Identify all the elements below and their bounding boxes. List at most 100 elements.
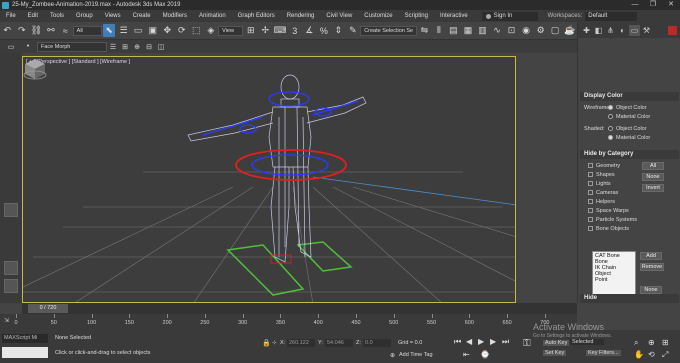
align-icon[interactable]: ⫴ [433,24,446,37]
named-selection-dropdown[interactable]: Create Selection Se [360,25,418,36]
add-time-tag[interactable]: Add Time Tag [399,352,433,358]
viewport-layout-tab-icon[interactable] [4,203,18,217]
face-morph-toggle-icon[interactable]: ▭ [1,42,21,52]
character-mesh[interactable] [187,74,367,263]
wireframe-material-color-radio[interactable] [608,114,613,119]
mirror-icon[interactable]: ⇋ [418,24,431,37]
y-coordinate[interactable]: 54.046 [325,339,353,347]
spinner-snap-icon[interactable]: ⇕ [332,24,345,37]
menu-animation[interactable]: Animation [193,10,232,22]
menu-customize[interactable]: Customize [358,10,398,22]
set-key-button[interactable]: Set Key [543,350,567,356]
rendered-frame-window-icon[interactable]: ▢ [549,24,562,37]
key-filters-button[interactable]: Key Filters... [586,350,621,356]
add-button[interactable]: Add [640,252,662,260]
none-button[interactable]: None [642,173,664,181]
select-manipulate-icon[interactable]: ✢ [259,24,272,37]
menu-modifiers[interactable]: Modifiers [157,10,193,22]
rectangle-selection-icon[interactable]: ▭ [132,24,145,37]
perspective-viewport[interactable]: [ + ] [Perspective ] [Standard ] [Wirefr… [22,56,516,303]
maximize-button[interactable]: ❐ [644,0,662,10]
list-item[interactable]: IK Chain Object [595,265,633,277]
helpers-checkbox[interactable] [588,199,593,204]
workspaces-dropdown[interactable]: Default [585,11,638,21]
material-editor-icon[interactable]: ◉ [520,24,533,37]
unlink-icon[interactable]: ⚯ [45,24,58,37]
snaps-toggle-icon[interactable]: 3 [289,24,302,37]
selection-set-dropdown[interactable]: Selected [570,339,604,345]
modify-tab-icon[interactable]: ◧ [593,25,604,36]
layer-select-icon[interactable]: ⊟ [144,42,154,52]
menu-civil-view[interactable]: Civil View [320,10,358,22]
create-tab-icon[interactable]: ✚ [581,25,592,36]
viewcube-icon[interactable] [23,57,47,81]
menu-graph-editors[interactable]: Graph Editors [232,10,281,22]
lights-checkbox[interactable] [588,181,593,186]
toggle-scene-explorer-icon[interactable]: ▤ [447,24,460,37]
rotate-icon[interactable]: ⟳ [176,24,189,37]
go-to-end-icon[interactable]: ⏭ [502,337,509,347]
angle-snap-icon[interactable]: ∡ [303,24,316,37]
auto-key-button[interactable]: Auto Key [543,340,570,346]
menu-scripting[interactable]: Scripting [399,10,434,22]
time-tag-icon[interactable]: ⊕ [390,352,395,359]
track-bar[interactable]: ⇲ 0 50 100 150 200 250 300 350 400 450 500 550 600 65… [0,314,577,330]
time-slider[interactable]: 0 / 720 [22,303,577,314]
bone-objects-checkbox[interactable] [588,226,593,231]
display-color-header[interactable]: Display Color [580,92,679,101]
menu-interactive[interactable]: Interactive [434,10,474,22]
time-config-icon[interactable]: ⌚ [480,350,490,359]
undo-icon[interactable]: ↶ [1,24,14,37]
pan-icon[interactable]: ✋ [634,350,644,359]
absolute-mode-icon[interactable]: ⊹ [272,340,277,346]
track-bar-toggle-icon[interactable]: ⇲ [4,317,9,324]
z-coordinate[interactable]: 0.0 [363,339,391,347]
next-frame-icon[interactable]: ▶ [490,337,496,346]
maxscript-input[interactable] [2,347,48,358]
play-icon[interactable]: ▶ [478,337,484,346]
menu-edit[interactable]: Edit [22,10,44,22]
cat-rig-bones[interactable] [202,91,359,176]
go-to-start-icon[interactable]: ⏮ [454,337,461,347]
menu-create[interactable]: Create [127,10,157,22]
zoom-extents-icon[interactable]: ⊞ [662,338,669,347]
sign-in-button[interactable]: Sign In [481,11,538,21]
previous-frame-icon[interactable]: ◀ [466,337,472,346]
menu-rendering[interactable]: Rendering [281,10,321,22]
edit-named-selections-icon[interactable]: ✎ [347,24,360,37]
menu-views[interactable]: Views [99,10,127,22]
reference-coordinate-dropdown[interactable]: View [218,25,244,36]
space-warps-checkbox[interactable] [588,208,593,213]
all-button[interactable]: All [642,162,664,170]
render-setup-icon[interactable]: ⚙ [534,24,547,37]
cameras-checkbox[interactable] [588,190,593,195]
percent-snap-icon[interactable]: % [318,24,331,37]
maxscript-listener[interactable]: MAXScript Mi [2,334,48,343]
bind-space-warp-icon[interactable]: ≈ [59,24,72,37]
viewport-layout-quad-icon[interactable] [4,279,18,293]
wireframe-object-color-radio[interactable] [608,105,613,110]
menu-tools[interactable]: Tools [44,10,70,22]
curve-editor-icon[interactable]: ∿ [491,24,504,37]
orbit-icon[interactable]: ⟲ [648,350,655,359]
utilities-tab-icon[interactable]: ⚒ [641,25,652,36]
hide-header[interactable]: Hide [580,294,679,303]
scale-icon[interactable]: ⬚ [190,24,203,37]
selection-filter-dropdown[interactable]: All [72,25,102,36]
zoom-icon[interactable]: ⌕ [634,338,638,348]
schematic-view-icon[interactable]: ⊡ [505,24,518,37]
invert-button[interactable]: Invert [642,184,664,192]
category-list[interactable]: CAT Bone Bone IK Chain Object Point [592,251,636,295]
place-icon[interactable]: ◈ [205,24,218,37]
time-slider-knob[interactable]: 0 / 720 [28,304,68,313]
shapes-checkbox[interactable] [588,172,593,177]
link-icon[interactable]: ⛓ [30,24,43,37]
move-icon[interactable]: ✥ [161,24,174,37]
menu-group[interactable]: Group [70,10,99,22]
shaded-material-color-radio[interactable] [608,135,613,140]
toggle-layer-explorer-icon[interactable]: ▦ [462,24,475,37]
color-swatch[interactable] [668,25,677,35]
select-by-name-icon[interactable]: ☰ [117,24,130,37]
layer-highlight-icon[interactable]: ◫ [156,42,166,52]
close-button[interactable]: ✕ [662,0,680,10]
